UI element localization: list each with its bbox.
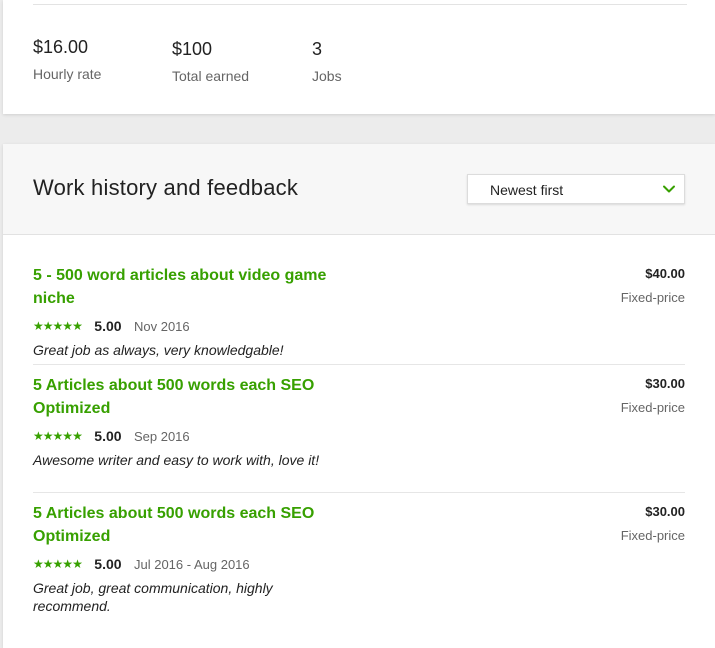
job-meta: ★★★★★ 5.00 Nov 2016 [33, 317, 190, 335]
star-icon: ★ [52, 319, 64, 333]
job-contract-type: Fixed-price [620, 290, 685, 305]
star-icon: ★ [42, 429, 54, 443]
star-icon: ★ [33, 319, 44, 333]
star-icon: ★ [42, 319, 54, 333]
star-icon: ★ [72, 429, 83, 443]
job-contract-type: Fixed-price [620, 400, 685, 415]
star-icon: ★ [52, 429, 64, 443]
job-date: Jul 2016 - Aug 2016 [133, 556, 250, 572]
jobs-value: 3 [312, 39, 323, 59]
sort-dropdown[interactable]: Newest first [467, 174, 685, 204]
divider [33, 492, 685, 493]
job-contract-type: Fixed-price [620, 528, 685, 543]
rating-value: 5.00 [94, 318, 122, 334]
job-title-link[interactable]: 5 Articles about 500 words each SEO Opti… [33, 502, 343, 548]
sort-selected-value: Newest first [490, 182, 564, 198]
job-meta: ★★★★★ 5.00 Sep 2016 [33, 427, 190, 445]
feedback-text: Awesome writer and easy to work with, lo… [33, 452, 320, 468]
job-amount: $40.00 [645, 266, 685, 281]
divider [33, 4, 687, 5]
feedback-text: Great job, great communication, highly r… [33, 580, 273, 614]
job-title-link[interactable]: 5 - 500 word articles about video game n… [33, 264, 343, 310]
job-meta: ★★★★★ 5.00 Jul 2016 - Aug 2016 [33, 555, 250, 573]
job-amount: $30.00 [645, 504, 685, 519]
star-icon: ★ [72, 557, 83, 571]
section-title: Work history and feedback [33, 175, 299, 200]
total-earned-stat: $100 Total earned [172, 38, 249, 84]
star-rating: ★★★★★ [33, 427, 83, 445]
star-rating: ★★★★★ [33, 317, 83, 335]
total-earned-label: Total earned [172, 68, 250, 84]
star-icon: ★ [62, 429, 73, 443]
work-history-header: Work history and feedback Newest first [3, 144, 715, 235]
work-history-card: Work history and feedback Newest first 5… [3, 144, 715, 648]
jobs-label: Jobs [312, 68, 342, 84]
star-icon: ★ [42, 557, 54, 571]
jobs-stat: 3 Jobs [312, 38, 342, 84]
feedback-text: Great job as always, very knowledgable! [33, 342, 284, 358]
job-amount: $30.00 [645, 376, 685, 391]
chevron-down-icon [663, 185, 675, 193]
star-icon: ★ [52, 557, 64, 571]
total-earned-value: $100 [172, 39, 213, 59]
rating-value: 5.00 [94, 428, 122, 444]
hourly-rate-value: $16.00 [33, 37, 89, 57]
rating-value: 5.00 [94, 556, 122, 572]
star-icon: ★ [72, 319, 83, 333]
star-icon: ★ [33, 557, 44, 571]
star-icon: ★ [33, 429, 44, 443]
divider [33, 364, 685, 365]
star-icon: ★ [62, 319, 73, 333]
hourly-rate-label: Hourly rate [33, 66, 102, 82]
job-title-link[interactable]: 5 Articles about 500 words each SEO Opti… [33, 374, 343, 420]
hourly-rate-stat: $16.00 Hourly rate [33, 36, 101, 82]
star-rating: ★★★★★ [33, 555, 83, 573]
job-date: Sep 2016 [133, 428, 190, 444]
stats-card: $16.00 Hourly rate $100 Total earned 3 J… [3, 0, 715, 114]
job-date: Nov 2016 [133, 318, 190, 334]
star-icon: ★ [62, 557, 73, 571]
